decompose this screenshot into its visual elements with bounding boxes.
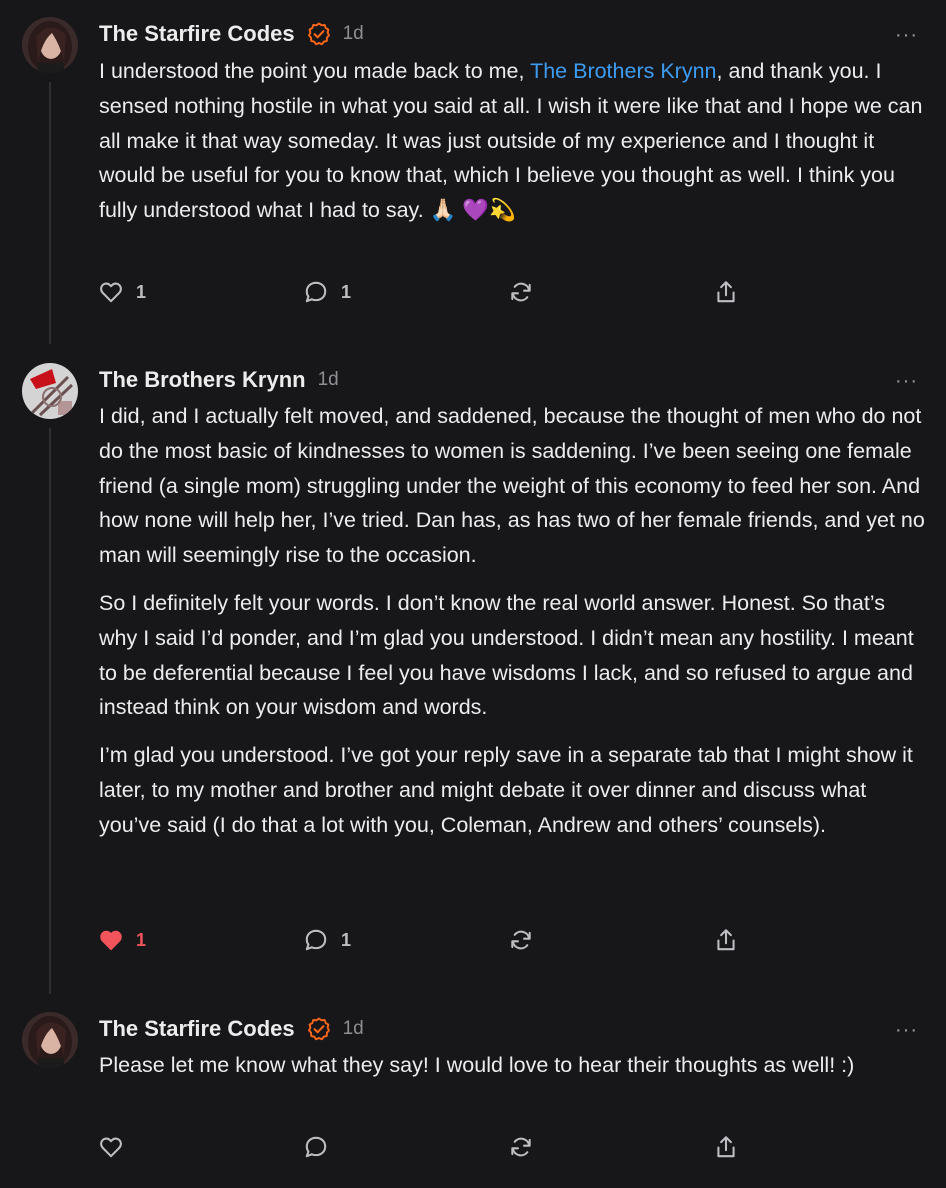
like-count: 1 <box>136 929 147 950</box>
comment-body: Please let me know what they say! I woul… <box>99 1048 929 1083</box>
mention-link[interactable]: The Brothers Krynn <box>530 59 716 83</box>
heart-icon <box>100 282 122 303</box>
avatar[interactable] <box>22 363 78 419</box>
more-dots-icon[interactable]: ··· <box>895 371 918 391</box>
heart-icon <box>100 1137 122 1158</box>
timestamp: 1d <box>342 23 364 44</box>
comment-actions: 1 1 <box>98 927 758 957</box>
comment-header: The Brothers Krynn 1d <box>99 367 339 393</box>
author-name[interactable]: The Starfire Codes <box>99 1016 295 1042</box>
comment-text: , and thank you. I sensed nothing hostil… <box>99 59 923 223</box>
heart-filled-icon <box>100 930 122 951</box>
comment-bubble-icon <box>305 929 327 951</box>
like-count: 1 <box>136 281 147 302</box>
timestamp: 1d <box>317 369 339 390</box>
comment-text: I understood the point you made back to … <box>99 59 531 83</box>
timestamp: 1d <box>342 1018 364 1039</box>
comment-bubble-icon <box>305 281 327 303</box>
restack-icon <box>511 282 531 302</box>
share-icon <box>717 281 735 303</box>
reply-button[interactable]: 1 <box>303 279 351 305</box>
comment-actions <box>98 1134 758 1164</box>
comment-bubble-icon <box>305 1136 327 1158</box>
share-button[interactable] <box>713 279 739 305</box>
share-button[interactable] <box>713 1134 739 1160</box>
reply-count: 1 <box>341 929 352 950</box>
avatar[interactable] <box>22 1012 78 1068</box>
reply-button[interactable] <box>303 1134 329 1160</box>
verified-check-icon <box>307 1017 330 1041</box>
comment: The Starfire Codes 1d ··· Please let me … <box>0 995 946 1188</box>
more-dots-icon[interactable]: ··· <box>895 25 918 45</box>
author-name[interactable]: The Brothers Krynn <box>99 367 306 393</box>
share-icon <box>717 929 735 951</box>
restack-button[interactable] <box>508 279 534 305</box>
reply-button[interactable]: 1 <box>303 927 351 953</box>
restack-icon <box>511 930 531 950</box>
like-button[interactable]: 1 <box>98 279 146 305</box>
like-button[interactable]: 1 <box>98 927 146 953</box>
comment-actions: 1 1 <box>98 279 758 309</box>
comment-paragraph: So I definitely felt your words. I don’t… <box>99 590 914 720</box>
author-name[interactable]: The Starfire Codes <box>99 21 295 47</box>
like-button[interactable] <box>98 1134 124 1160</box>
comment: The Brothers Krynn 1d ··· I did, and I a… <box>0 350 946 990</box>
comment-header: The Starfire Codes 1d <box>99 21 364 47</box>
comment-body: I did, and I actually felt moved, and sa… <box>99 399 929 856</box>
comment-paragraph: I did, and I actually felt moved, and sa… <box>99 404 925 568</box>
more-dots-icon[interactable]: ··· <box>895 1020 918 1040</box>
comment: The Starfire Codes 1d ··· I understood t… <box>0 0 946 340</box>
restack-icon <box>511 1137 531 1157</box>
restack-button[interactable] <box>508 927 534 953</box>
reply-count: 1 <box>341 281 352 302</box>
comment-header: The Starfire Codes 1d <box>99 1016 364 1042</box>
share-button[interactable] <box>713 927 739 953</box>
comment-text: Please let me know what they say! I woul… <box>99 1053 855 1077</box>
restack-button[interactable] <box>508 1134 534 1160</box>
share-icon <box>717 1136 735 1158</box>
verified-check-icon <box>307 22 330 46</box>
comment-paragraph: I’m glad you understood. I’ve got your r… <box>99 743 913 837</box>
avatar[interactable] <box>22 17 78 73</box>
comment-body: I understood the point you made back to … <box>99 54 929 228</box>
